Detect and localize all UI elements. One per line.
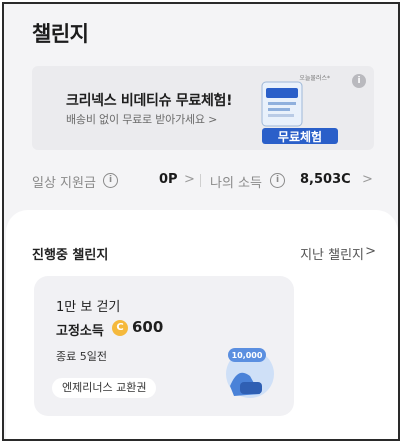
banner-subtitle[interactable]: 배송비 없이 무료로 받아가세요 >	[66, 111, 217, 127]
chevron-right-icon[interactable]: >	[365, 244, 376, 259]
my-income-value[interactable]: 8,503C	[300, 172, 351, 187]
points-row: 일상 지원금 i 0P > 나의 소득 i 8,503C >	[32, 172, 382, 192]
chevron-right-icon[interactable]: >	[184, 172, 195, 187]
reward-tag: 엔제리너스 교환권	[52, 378, 157, 398]
info-icon[interactable]: i	[352, 74, 366, 88]
ongoing-challenges-title: 진행중 챌린지	[32, 248, 109, 263]
steps-badge: 10,000	[232, 351, 263, 360]
daily-support-label: 일상 지원금	[32, 176, 96, 191]
daily-support-value[interactable]: 0P	[159, 172, 178, 187]
coin-icon: C	[112, 320, 128, 336]
my-income-label: 나의 소득	[210, 176, 262, 191]
challenge-name: 1만 보 걷기	[56, 300, 121, 315]
app-frame: 챌린지 크리넥스 비데티슈 무료체험! 배송비 없이 무료로 받아가세요 > 오…	[2, 2, 400, 441]
divider	[200, 174, 201, 187]
income-info-icon[interactable]: i	[270, 173, 285, 188]
chevron-right-icon[interactable]: >	[362, 172, 373, 187]
steps-illustration: 10,000	[226, 348, 274, 398]
daily-info-icon[interactable]: i	[103, 173, 118, 188]
promo-banner[interactable]: 크리넥스 비데티슈 무료체험! 배송비 없이 무료로 받아가세요 > 오늘물러스…	[32, 66, 374, 150]
reward-label: 고정소득	[56, 324, 104, 339]
product-label: 무료체험	[278, 129, 322, 144]
product-image: 무료체험	[261, 81, 338, 144]
challenge-deadline: 종료 5일전	[56, 350, 107, 363]
challenge-card[interactable]: 1만 보 걷기 고정소득 C 600 종료 5일전 엔제리너스 교환권 10,0…	[34, 276, 294, 416]
banner-title: 크리넥스 비데티슈 무료체험!	[66, 93, 233, 109]
page-title: 챌린지	[32, 22, 89, 46]
past-challenges-link[interactable]: 지난 챌린지	[300, 244, 364, 263]
reward-amount: 600	[132, 318, 164, 336]
